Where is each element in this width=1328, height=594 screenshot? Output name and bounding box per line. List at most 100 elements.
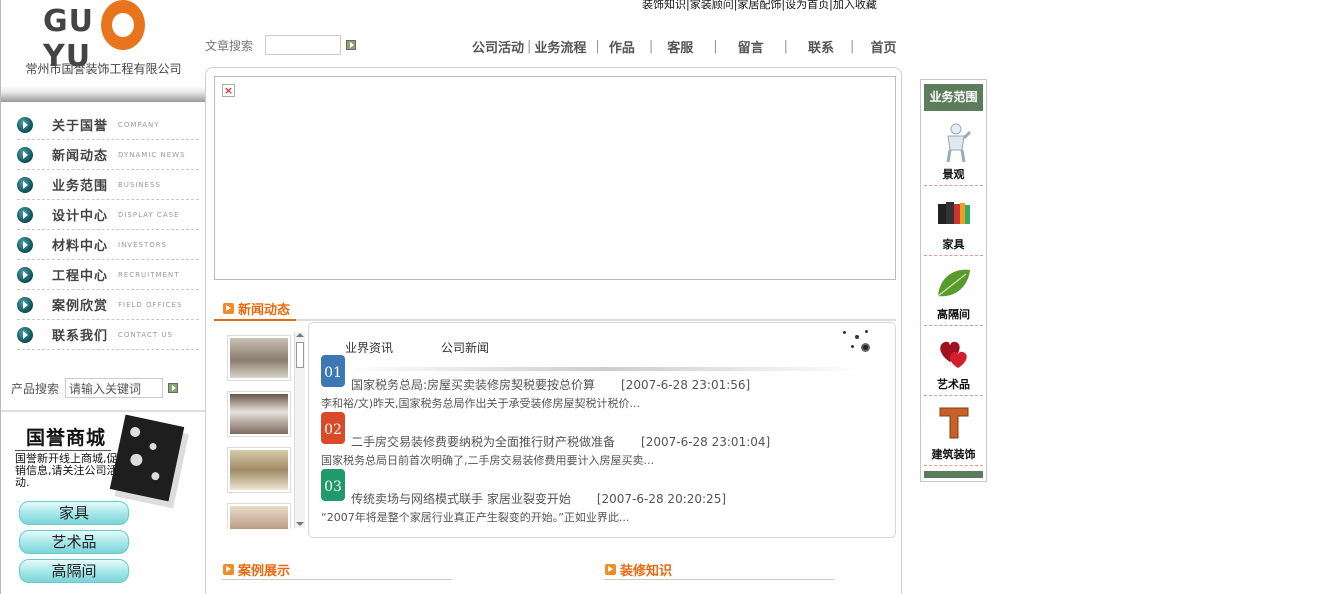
left-nav-item-about[interactable]: 关于国誉 company	[17, 110, 199, 140]
arrow-bullet-icon	[17, 116, 33, 133]
news-title-link[interactable]: 二手房交易装修费要纳税为全面推行财产税做准备 [2007-6-28 23:01:0…	[351, 433, 770, 450]
logo[interactable]: GUYU	[41, 0, 171, 74]
article-search-go-button[interactable]	[346, 40, 356, 50]
left-sidebar: GUYU 常州市国誉装饰工程有限公司 关于国誉 company 新闻动态 dynam…	[0, 0, 206, 594]
thumbnail-scrollbar[interactable]	[294, 332, 305, 528]
section-title-knowledge[interactable]: 装修知识	[605, 560, 672, 579]
arrow-bullet-icon	[17, 326, 33, 343]
nav-separator: |	[850, 39, 855, 54]
mall-title: 国誉商城	[26, 427, 107, 449]
thumbnail-list	[221, 329, 305, 529]
nav-separator: |	[713, 39, 718, 54]
section-underline	[222, 579, 452, 580]
nav-separator: |	[595, 39, 600, 54]
mall-button-furniture[interactable]: 家具	[19, 501, 129, 525]
decorative-dots-icon	[841, 327, 877, 355]
arrow-bullet-icon	[17, 176, 33, 193]
mall-button-art[interactable]: 艺术品	[19, 530, 129, 554]
mall-title-underline	[15, 450, 111, 451]
leaf-icon	[937, 269, 970, 297]
tab-industry-news[interactable]: 业界资讯	[345, 339, 393, 356]
left-nav-item-business[interactable]: 业务范围 business	[17, 170, 199, 200]
scroll-thumb[interactable]	[296, 342, 304, 368]
business-scope-footer-bar	[924, 471, 983, 478]
main-panel: × 新闻动态 业界资讯 公司新闻 01 国家税务总局:房屋买卖装修房契税要按总价…	[205, 67, 902, 594]
news-title-link[interactable]: 国家税务总局:房屋买卖装修房契税要按总价算 [2007-6-28 23:01:56…	[351, 376, 750, 393]
banner-image: ×	[214, 76, 896, 280]
article-search-input[interactable]	[265, 35, 341, 55]
news-summary: “2007年将是整个家居行业真正产生裂变的开始。”正如业界此...	[321, 511, 630, 524]
right-business-scope: 业务范围 景观 家具 高隔间 艺术品 建筑装饰	[920, 79, 987, 482]
top-nav-home[interactable]: 首页	[870, 37, 896, 56]
scroll-up-icon[interactable]	[296, 333, 304, 337]
left-nav-item-cases[interactable]: 案例欣赏 field offices	[17, 290, 199, 320]
top-nav-works[interactable]: 作品	[609, 37, 635, 56]
thumbnail[interactable]	[227, 335, 291, 381]
news-box: 业界资讯 公司新闻 01 国家税务总局:房屋买卖装修房契税要按总价算 [2007-…	[308, 322, 896, 538]
top-nav-contact[interactable]: 联系	[808, 37, 834, 56]
letter-t-icon	[939, 407, 969, 439]
tab-company-news[interactable]: 公司新闻	[441, 339, 489, 356]
product-search-go-button[interactable]	[168, 383, 178, 393]
arrow-bullet-icon	[17, 266, 33, 283]
section-underline	[214, 319, 896, 321]
product-search-input[interactable]	[65, 378, 163, 398]
arrow-bullet-icon	[17, 296, 33, 313]
arrow-box-icon	[223, 564, 234, 575]
left-nav-item-materials[interactable]: 材料中心 investors	[17, 230, 199, 260]
arrow-box-icon	[223, 303, 234, 314]
left-separator	[1, 410, 206, 412]
nav-separator: |	[648, 39, 654, 54]
scroll-down-icon[interactable]	[296, 522, 304, 526]
news-time: [2007-6-28 23:01:56]	[621, 378, 751, 392]
section-underline	[604, 579, 834, 580]
top-utility-links[interactable]: 装饰知识|家装顾问|家居配饰|设为首页|加入收藏	[642, 0, 877, 12]
news-time: [2007-6-28 23:01:04]	[641, 435, 771, 449]
company-name: 常州市国誉装饰工程有限公司	[25, 62, 182, 76]
mall-gift-box-image	[109, 414, 185, 502]
business-item-partition[interactable]: 高隔间	[924, 256, 983, 326]
business-item-art[interactable]: 艺术品	[924, 326, 983, 396]
section-title-cases[interactable]: 案例展示	[223, 560, 290, 579]
figure-icon	[946, 123, 972, 162]
left-nav-item-news[interactable]: 新闻动态 dynamic news	[17, 140, 199, 170]
left-nav-item-design[interactable]: 设计中心 display case	[17, 200, 199, 230]
arrow-bullet-icon	[17, 146, 33, 163]
thumbnail[interactable]	[227, 503, 291, 529]
top-nav-message[interactable]: 留言	[738, 37, 764, 56]
news-time: [2007-6-28 20:20:25]	[596, 492, 727, 506]
section-title-news[interactable]: 新闻动态	[223, 299, 290, 318]
news-number-badge: 03	[321, 469, 345, 501]
mall-text: 国誉新开线上商城,促销信息,请关注公司活动.	[15, 452, 118, 489]
news-tab-divider	[345, 367, 865, 371]
news-title-link[interactable]: 传统卖场与网络模式联手 家居业裂变开始 [2007-6-28 20:20:25]	[351, 490, 726, 507]
left-nav-item-engineering[interactable]: 工程中心 recruitment	[17, 260, 199, 290]
logo-o-ring	[101, 0, 145, 50]
product-search-label: 产品搜索	[11, 381, 60, 396]
broken-image-icon: ×	[222, 84, 235, 97]
news-number-badge: 02	[321, 412, 345, 444]
top-nav-process[interactable]: 业务流程	[534, 37, 586, 56]
hearts-icon	[940, 341, 967, 368]
business-scope-title: 业务范围	[924, 84, 983, 111]
left-nav: 关于国誉 company 新闻动态 dynamic news 业务范围 busines…	[17, 110, 199, 350]
top-nav-activities[interactable]: 公司活动	[472, 37, 524, 56]
mall-button-partition[interactable]: 高隔间	[19, 559, 129, 583]
news-number-badge: 01	[321, 355, 345, 387]
nav-separator: |	[783, 39, 789, 54]
top-nav-service[interactable]: 客服	[667, 37, 693, 56]
news-tabs: 业界资讯 公司新闻	[345, 339, 489, 356]
left-divider-band	[1, 86, 206, 102]
thumbnail[interactable]	[227, 391, 291, 437]
books-icon	[938, 202, 970, 224]
business-item-architecture[interactable]: 建筑装饰	[924, 396, 983, 466]
arrow-box-icon	[605, 564, 616, 575]
business-item-landscape[interactable]: 景观	[924, 116, 983, 186]
business-item-furniture[interactable]: 家具	[924, 186, 983, 256]
article-search: 文章搜索	[205, 35, 356, 55]
left-nav-item-contact[interactable]: 联系我们 contact us	[17, 320, 199, 350]
arrow-bullet-icon	[17, 236, 33, 253]
news-summary: 李和裕/文)昨天,国家税务总局作出关于承受装修房屋契税计税价...	[321, 397, 640, 410]
nav-separator: |	[527, 39, 532, 54]
thumbnail[interactable]	[227, 447, 291, 493]
